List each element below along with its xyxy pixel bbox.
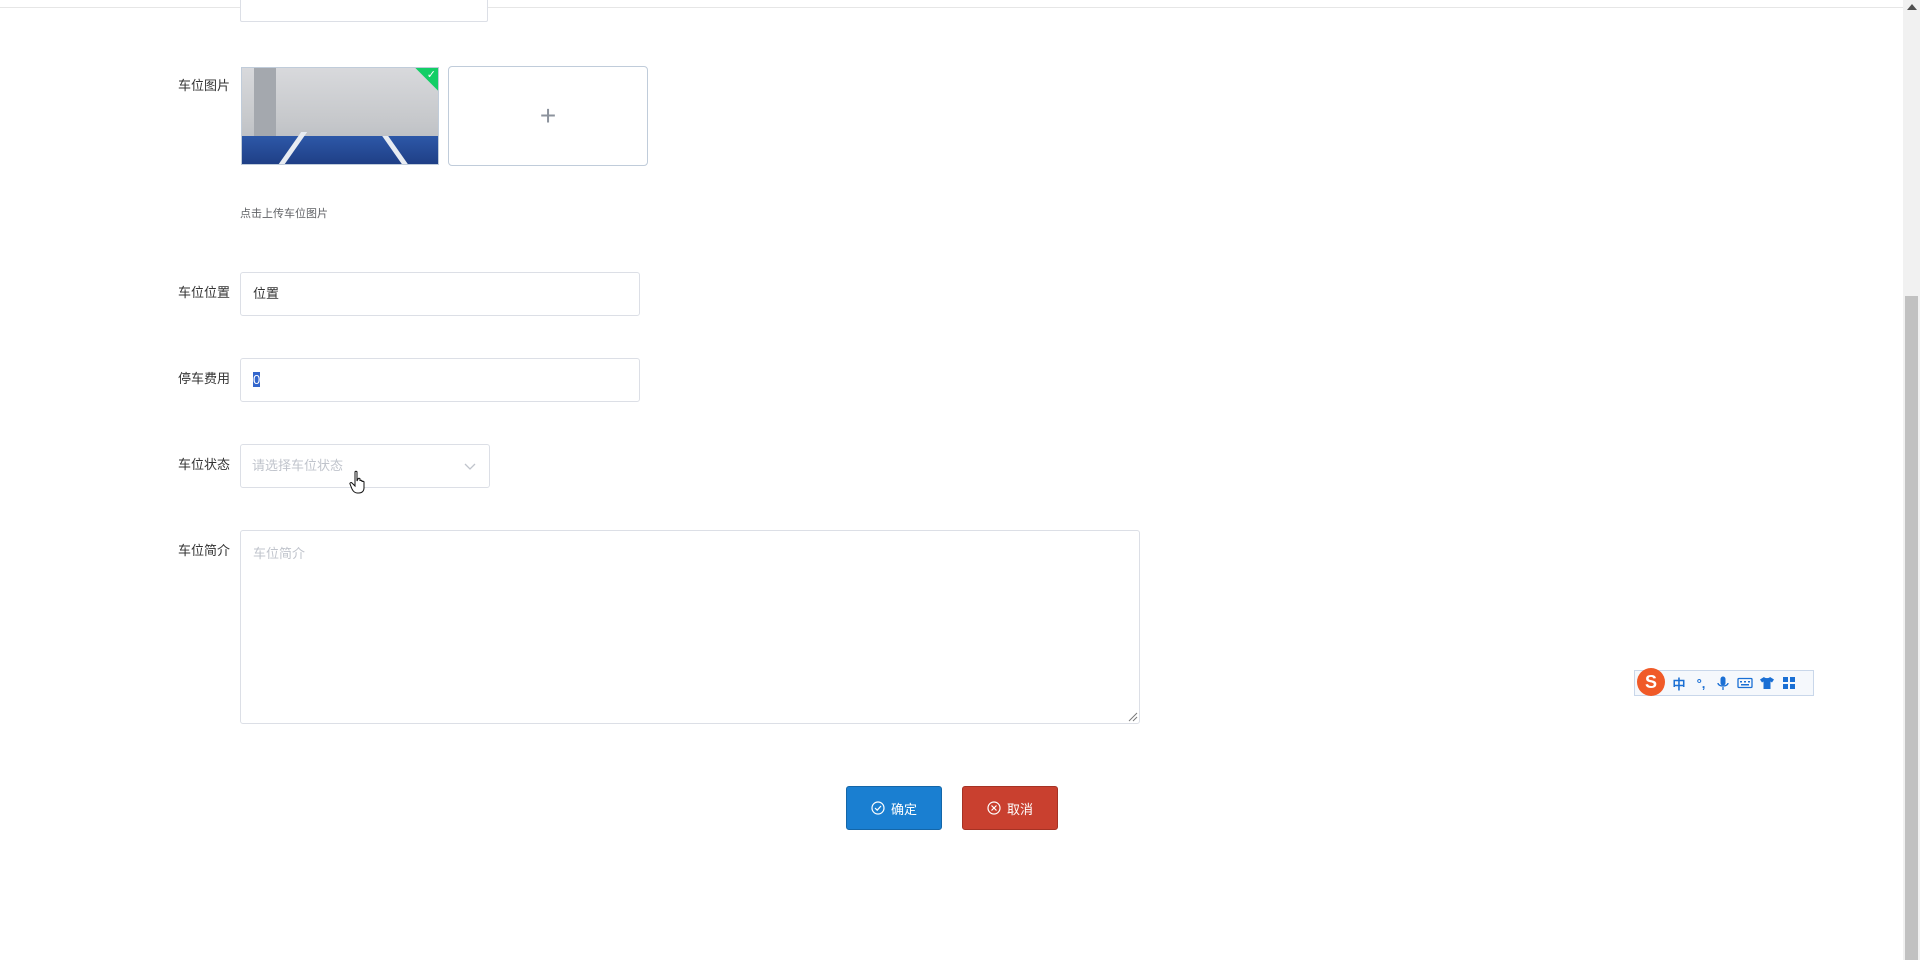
photo-pillar <box>254 68 276 140</box>
hand-cursor-icon <box>349 470 365 494</box>
upload-button[interactable]: + <box>448 66 648 166</box>
scrollbar-thumb[interactable] <box>1905 296 1918 960</box>
previous-field-input[interactable] <box>240 0 488 22</box>
fee-input[interactable]: 0 <box>240 358 640 402</box>
location-value: 位置 <box>253 286 280 301</box>
skin-shirt-icon[interactable] <box>1759 675 1775 691</box>
toolbox-grid-icon[interactable] <box>1781 675 1797 691</box>
check-icon: ✓ <box>426 69 436 81</box>
upload-tip: 点击上传车位图片 <box>240 208 328 220</box>
resize-grip-icon[interactable] <box>1128 712 1138 722</box>
ime-lang-toggle[interactable]: 中 <box>1671 674 1687 693</box>
image-label: 车位图片 <box>177 78 230 93</box>
ime-toolbar[interactable]: S 中 °, <box>1634 668 1814 696</box>
status-placeholder: 请选择车位状态 <box>252 458 344 473</box>
uploaded-image-thumbnail[interactable]: ✓ <box>241 67 439 165</box>
photo-floor <box>242 136 438 164</box>
plus-icon: + <box>539 100 557 131</box>
keyboard-icon[interactable] <box>1737 675 1753 691</box>
fee-value: 0 <box>253 372 261 387</box>
intro-textarea[interactable]: 车位简介 <box>240 530 1140 724</box>
intro-label: 车位简介 <box>177 543 230 558</box>
check-circle-icon <box>871 801 885 815</box>
chevron-down-icon <box>464 463 476 470</box>
fee-label: 停车费用 <box>177 371 230 386</box>
location-label: 车位位置 <box>177 285 230 300</box>
sogou-logo-icon[interactable]: S <box>1637 668 1665 696</box>
cancel-button[interactable]: 取消 <box>962 786 1058 830</box>
close-circle-icon <box>987 801 1001 815</box>
confirm-button[interactable]: 确定 <box>846 786 942 830</box>
status-label: 车位状态 <box>177 457 230 472</box>
location-input[interactable]: 位置 <box>240 272 640 316</box>
confirm-label: 确定 <box>890 801 917 817</box>
cancel-label: 取消 <box>1006 801 1033 817</box>
scroll-up-arrow-icon[interactable] <box>1907 4 1917 10</box>
intro-placeholder: 车位简介 <box>253 546 306 561</box>
microphone-icon[interactable] <box>1715 675 1731 691</box>
vertical-scrollbar[interactable] <box>1903 0 1920 960</box>
ime-punct-toggle[interactable]: °, <box>1693 676 1709 691</box>
